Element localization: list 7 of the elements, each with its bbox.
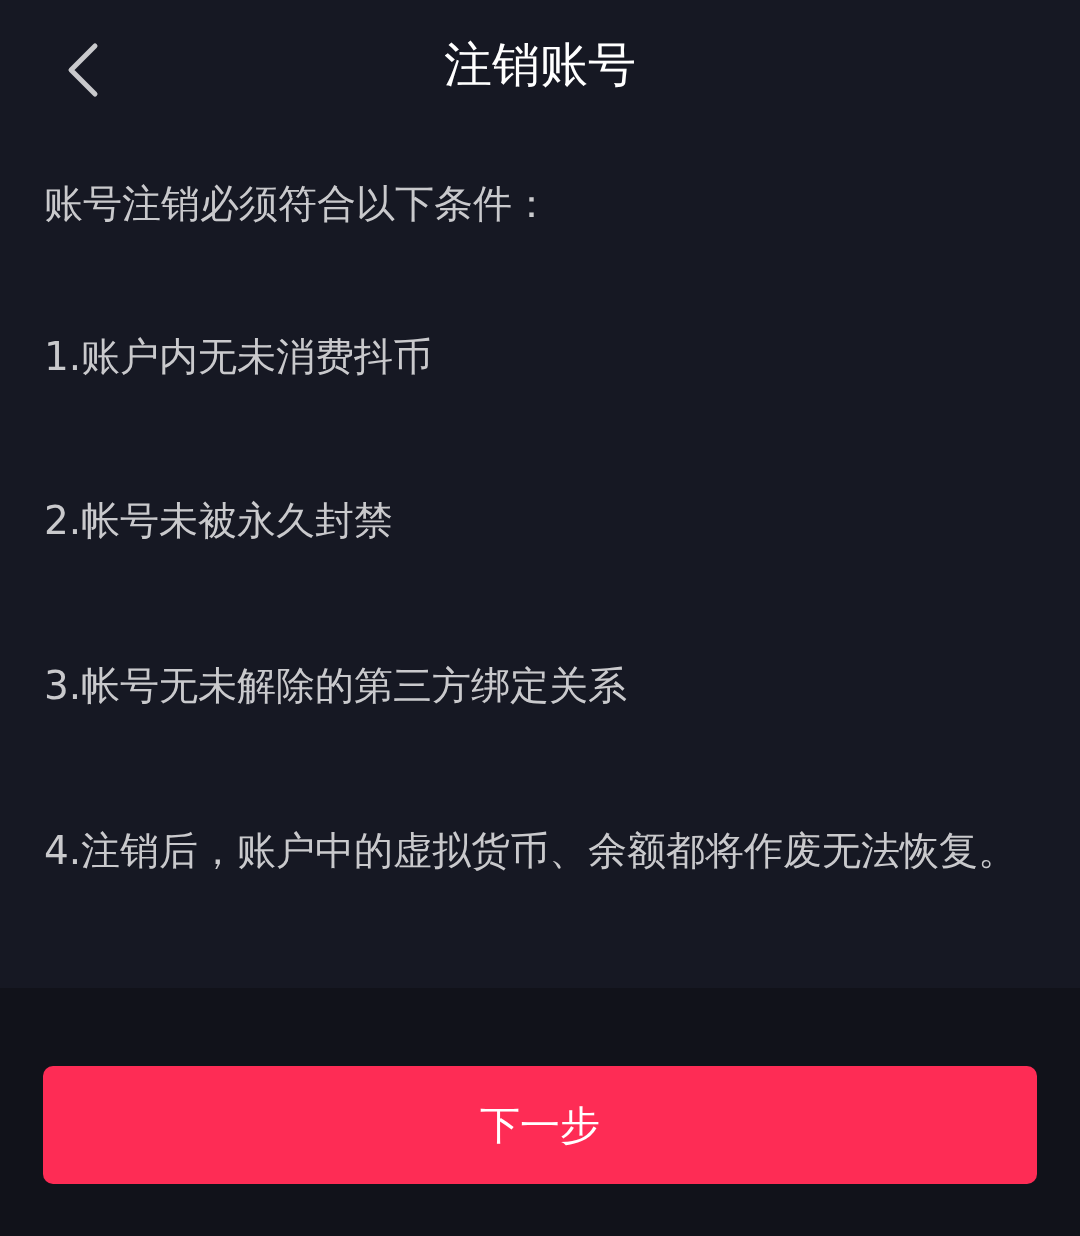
page-title: 注销账号 xyxy=(444,35,636,94)
conditions-heading: 账号注销必须符合以下条件： xyxy=(44,180,552,229)
condition-text: 4.注销后，账户中的虚拟货币、余额都将作废无法恢复。 xyxy=(44,826,1019,875)
next-step-button[interactable]: 下一步 xyxy=(43,1066,1037,1185)
condition-text: 2.帐号未被永久封禁 xyxy=(44,497,395,546)
condition-text: 1.账户内无未消费抖币 xyxy=(44,332,434,381)
condition-text: 3.帐号无未解除的第三方绑定关系 xyxy=(44,662,629,710)
